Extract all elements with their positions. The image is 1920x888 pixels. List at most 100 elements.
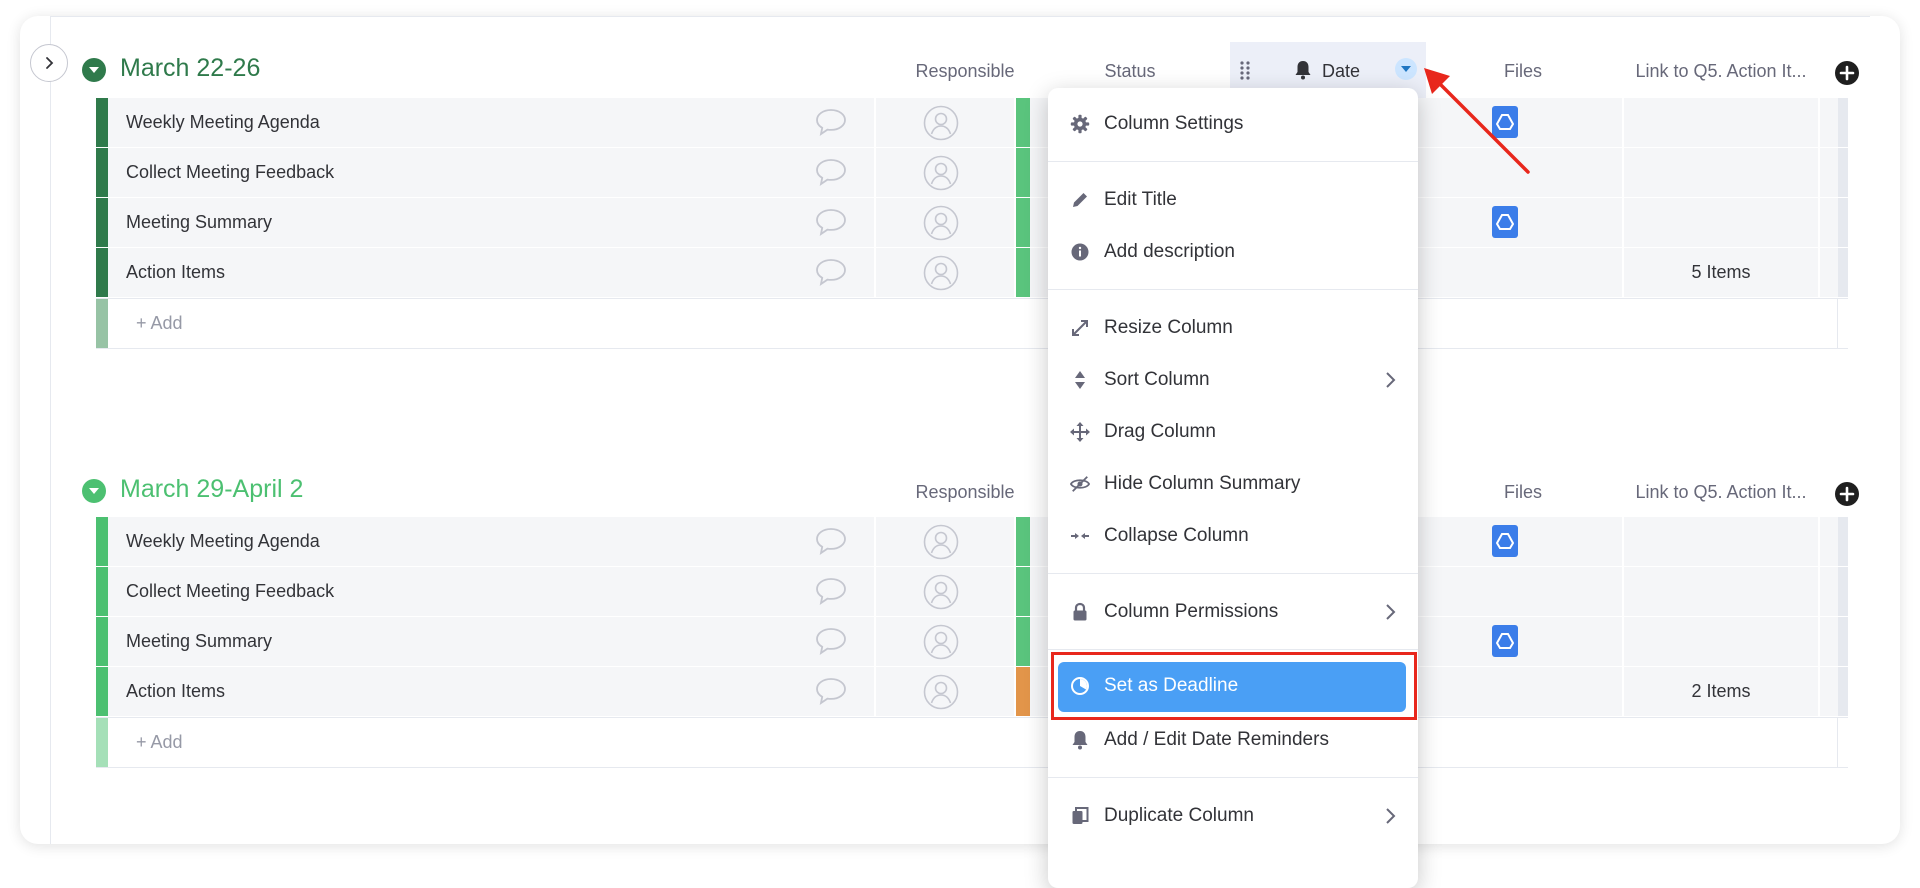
linked-items-count[interactable]: 5 Items: [1624, 262, 1818, 283]
menu-item-column-settings[interactable]: Column Settings: [1048, 98, 1418, 150]
chat-bubble-icon[interactable]: [814, 207, 848, 242]
person-avatar-icon[interactable]: [923, 574, 959, 615]
status-cell[interactable]: [1016, 98, 1030, 147]
column-menu-dropdown-button[interactable]: [1395, 58, 1417, 80]
status-cell[interactable]: [1016, 148, 1030, 197]
expand-sidebar-button[interactable]: [30, 44, 68, 82]
group-2-collapse-toggle[interactable]: [82, 479, 106, 503]
menu-item-add-edit-date-reminders[interactable]: Add / Edit Date Reminders: [1048, 714, 1418, 766]
status-cell[interactable]: [1016, 567, 1030, 616]
table-row[interactable]: Meeting Summary: [96, 198, 1848, 248]
table-row[interactable]: Weekly Meeting Agenda: [96, 98, 1848, 148]
status-cell[interactable]: [1016, 617, 1030, 666]
row-end-cap: [1838, 198, 1848, 247]
table-row[interactable]: Meeting Summary: [96, 617, 1848, 667]
item-name[interactable]: Collect Meeting Feedback: [126, 162, 334, 183]
column-header-link[interactable]: Link to Q5. Action It...: [1626, 482, 1816, 503]
table-row[interactable]: Collect Meeting Feedback: [96, 567, 1848, 617]
chevron-right-icon: [46, 57, 54, 69]
column-header-link[interactable]: Link to Q5. Action It...: [1626, 61, 1816, 82]
cell-divider: [1818, 667, 1820, 716]
column-context-menu: Column Settings Edit Title Add descripti…: [1048, 88, 1418, 888]
add-item-label[interactable]: + Add: [136, 732, 183, 753]
column-header-status[interactable]: Status: [1070, 61, 1190, 82]
add-item-row[interactable]: + Add: [96, 717, 1848, 768]
column-header-files[interactable]: Files: [1460, 482, 1586, 503]
person-avatar-icon[interactable]: [923, 105, 959, 146]
row-end-line: [1837, 299, 1838, 348]
menu-item-sort-column[interactable]: Sort Column: [1048, 354, 1418, 406]
linked-items-count[interactable]: 2 Items: [1624, 681, 1818, 702]
group-1-title[interactable]: March 22-26: [120, 54, 260, 83]
menu-item-add-description[interactable]: Add description: [1048, 226, 1418, 278]
menu-item-label: Hide Column Summary: [1104, 473, 1301, 494]
caret-down-icon: [89, 67, 99, 73]
board-left-border: [50, 16, 51, 844]
cell-divider: [874, 667, 876, 716]
person-avatar-icon[interactable]: [923, 205, 959, 246]
resize-icon: [1070, 318, 1090, 338]
group-2-title[interactable]: March 29-April 2: [120, 475, 303, 504]
group-1-collapse-toggle[interactable]: [82, 58, 106, 82]
chevron-right-icon: [1384, 371, 1396, 394]
group-color-bar: [96, 718, 108, 767]
add-item-row[interactable]: + Add: [96, 298, 1848, 349]
column-header-responsible[interactable]: Responsible: [900, 482, 1030, 503]
chat-bubble-icon[interactable]: [814, 157, 848, 192]
status-cell[interactable]: [1016, 517, 1030, 566]
menu-item-label: Duplicate Column: [1104, 805, 1254, 826]
person-avatar-icon[interactable]: [923, 255, 959, 296]
person-avatar-icon[interactable]: [923, 674, 959, 715]
cell-divider: [1622, 198, 1624, 247]
plus-circle-icon: [1835, 61, 1859, 85]
menu-item-drag-column[interactable]: Drag Column: [1048, 406, 1418, 458]
chat-bubble-icon[interactable]: [814, 526, 848, 561]
status-cell[interactable]: [1016, 198, 1030, 247]
menu-item-duplicate-column[interactable]: Duplicate Column: [1048, 790, 1418, 842]
group-color-bar: [96, 517, 108, 566]
group-color-bar: [96, 148, 108, 197]
google-drive-file-icon[interactable]: [1492, 525, 1518, 557]
table-row[interactable]: Action Items 5 Items: [96, 248, 1848, 298]
person-avatar-icon[interactable]: [923, 155, 959, 196]
menu-item-hide-column-summary[interactable]: Hide Column Summary: [1048, 458, 1418, 510]
menu-item-collapse-column[interactable]: Collapse Column: [1048, 510, 1418, 562]
table-row[interactable]: Action Items 2 Items: [96, 667, 1848, 717]
add-column-button[interactable]: [1834, 60, 1860, 91]
item-name[interactable]: Action Items: [126, 262, 225, 283]
table-row[interactable]: Collect Meeting Feedback: [96, 148, 1848, 198]
row-end-cap: [1838, 148, 1848, 197]
cell-divider: [1818, 517, 1820, 566]
chat-bubble-icon[interactable]: [814, 257, 848, 292]
table-row[interactable]: Weekly Meeting Agenda: [96, 517, 1848, 567]
person-avatar-icon[interactable]: [923, 524, 959, 565]
drag-handle-icon[interactable]: [1238, 60, 1252, 85]
row-end-cap: [1838, 567, 1848, 616]
chat-bubble-icon[interactable]: [814, 107, 848, 142]
item-name[interactable]: Meeting Summary: [126, 631, 272, 652]
item-name[interactable]: Weekly Meeting Agenda: [126, 112, 320, 133]
item-name[interactable]: Meeting Summary: [126, 212, 272, 233]
menu-item-column-permissions[interactable]: Column Permissions: [1048, 586, 1418, 638]
item-name[interactable]: Collect Meeting Feedback: [126, 581, 334, 602]
add-column-button[interactable]: [1834, 481, 1860, 512]
status-cell[interactable]: [1016, 248, 1030, 297]
google-drive-file-icon[interactable]: [1492, 206, 1518, 238]
column-header-date[interactable]: Date: [1322, 61, 1360, 82]
chat-bubble-icon[interactable]: [814, 576, 848, 611]
cell-divider: [1622, 148, 1624, 197]
item-name[interactable]: Action Items: [126, 681, 225, 702]
menu-item-edit-title[interactable]: Edit Title: [1048, 174, 1418, 226]
add-item-label[interactable]: + Add: [136, 313, 183, 334]
google-drive-file-icon[interactable]: [1492, 625, 1518, 657]
chat-bubble-icon[interactable]: [814, 626, 848, 661]
menu-item-resize-column[interactable]: Resize Column: [1048, 302, 1418, 354]
group-color-bar: [96, 667, 108, 716]
column-header-responsible[interactable]: Responsible: [900, 61, 1030, 82]
chat-bubble-icon[interactable]: [814, 676, 848, 711]
item-name[interactable]: Weekly Meeting Agenda: [126, 531, 320, 552]
group-color-bar: [96, 198, 108, 247]
row-end-cap: [1838, 98, 1848, 147]
person-avatar-icon[interactable]: [923, 624, 959, 665]
status-cell[interactable]: [1016, 667, 1030, 716]
